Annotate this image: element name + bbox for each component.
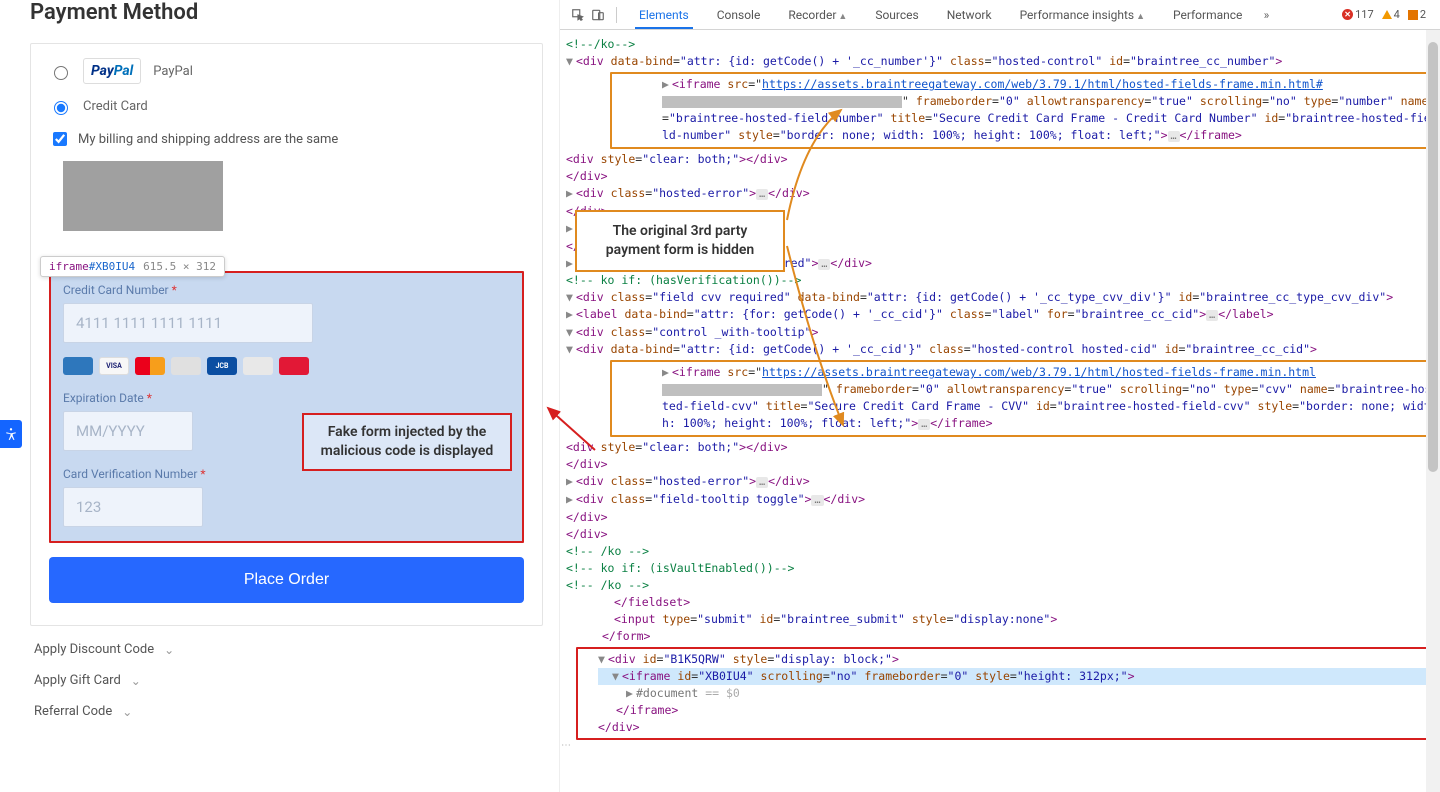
paypal-radio[interactable] [54,66,68,80]
amex-icon [63,357,93,375]
visa-icon: VISA [99,357,129,375]
dom-line: <div data-bind="attr: {id: getCode() + '… [576,54,1282,68]
element-inspector-tooltip: iframe#XB0IU4 615.5 × 312 [40,256,225,277]
tab-recorder[interactable]: Recorder▲ [774,2,861,28]
more-tabs-icon[interactable]: » [1256,5,1276,25]
chevron-down-icon: ⌄ [122,705,132,719]
info-count[interactable]: 2 [1408,8,1426,21]
cc-number-input[interactable]: 4111 1111 1111 1111 [63,303,313,343]
pane-gutter-dots[interactable]: ⋯ [561,740,571,751]
tab-sources[interactable]: Sources [861,2,932,28]
hidden-form-callout: The original 3rd party payment form is h… [575,210,785,272]
dom-url[interactable]: https://assets.braintreegateway.com/web/… [762,77,1323,91]
payment-card: PayPal PayPal Credit Card My billing and… [30,43,543,626]
chevron-down-icon: ⌄ [131,674,141,688]
tab-performance-insights[interactable]: Performance insights▲ [1006,2,1159,28]
redacted-address-block [63,161,223,231]
dom-line: #document [636,686,698,700]
apply-discount-label: Apply Discount Code [34,642,154,657]
arrow-red [540,400,600,460]
dom-line: <!-- ko if: (isVaultEnabled())--> [566,561,794,575]
fake-injected-form: Credit Card Number * 4111 1111 1111 1111… [49,271,524,543]
referral-code-toggle[interactable]: Referral Code ⌄ [30,688,543,719]
billing-same-label: My billing and shipping address are the … [78,132,338,147]
warning-count[interactable]: 4 [1382,8,1400,21]
unionpay-icon [279,357,309,375]
chevron-down-icon: ⌄ [164,643,174,657]
fake-form-callout: Fake form injected by the malicious code… [302,413,512,471]
tab-performance[interactable]: Performance [1159,2,1256,28]
apply-giftcard-toggle[interactable]: Apply Gift Card ⌄ [30,657,543,688]
devtools-panel: Elements Console Recorder▲ Sources Netwo… [560,0,1440,792]
discover-icon [171,357,201,375]
creditcard-radio[interactable] [54,101,68,115]
devtools-scrollbar[interactable] [1426,30,1440,792]
selected-dom-line[interactable]: ▼<iframe id="XB0IU4" scrolling="no" fram… [598,668,1432,685]
place-order-button[interactable]: Place Order [49,557,524,603]
red-highlight: ▼<div id="B1K5QRW" style="display: block… [576,647,1440,740]
tab-elements[interactable]: Elements [625,2,703,28]
dom-tree[interactable]: <!--/ko--> ▼<div data-bind="attr: {id: g… [560,30,1440,792]
mastercard-icon [135,357,165,375]
jcb-icon: JCB [207,357,237,375]
device-toggle-icon[interactable] [588,5,608,25]
redacted-segment [662,96,902,108]
exp-input[interactable]: MM/YYYY [63,411,193,451]
dom-line: <!-- /ko --> [566,544,649,558]
page-title: Payment Method [30,0,543,25]
apply-discount-toggle[interactable]: Apply Discount Code ⌄ [30,626,543,657]
apply-giftcard-label: Apply Gift Card [34,673,121,688]
arrow-orange-2 [783,240,863,440]
diners-icon [243,357,273,375]
card-brand-badges: VISA JCB [63,357,510,375]
orange-highlight-2: ▶<iframe src="https://assets.braintreega… [610,360,1440,437]
exp-label: Expiration Date [63,391,144,405]
dom-selected-marker: == $0 [698,686,740,700]
tooltip-element: iframe [49,260,89,273]
arrow-orange-1 [783,100,863,240]
beta-icon: ▲ [838,12,847,22]
tooltip-id: #XB0IU4 [89,260,135,273]
error-count[interactable]: ✕117 [1342,8,1374,21]
dom-line: <!-- ko if: (hasVerification())--> [566,273,801,287]
beta-icon: ▲ [1136,12,1145,22]
inspect-icon[interactable] [568,5,588,25]
cvv-label: Card Verification Number [63,467,197,481]
cc-number-label: Credit Card Number [63,283,169,297]
billing-same-checkbox[interactable] [53,132,67,146]
paypal-label: PayPal [153,64,193,79]
creditcard-label: Credit Card [83,99,148,114]
referral-code-label: Referral Code [34,704,112,719]
dom-line: <!--/ko--> [566,37,635,51]
tooltip-dimensions: 615.5 × 312 [143,260,216,273]
tab-console[interactable]: Console [703,2,775,28]
cvv-input[interactable]: 123 [63,487,203,527]
orange-highlight-1: ▶<iframe src="https://assets.braintreega… [610,72,1440,149]
paypal-logo: PayPal [83,58,141,84]
tab-network[interactable]: Network [933,2,1006,28]
dom-line: <!-- /ko --> [566,578,649,592]
devtools-tabs: Elements Console Recorder▲ Sources Netwo… [560,0,1440,30]
